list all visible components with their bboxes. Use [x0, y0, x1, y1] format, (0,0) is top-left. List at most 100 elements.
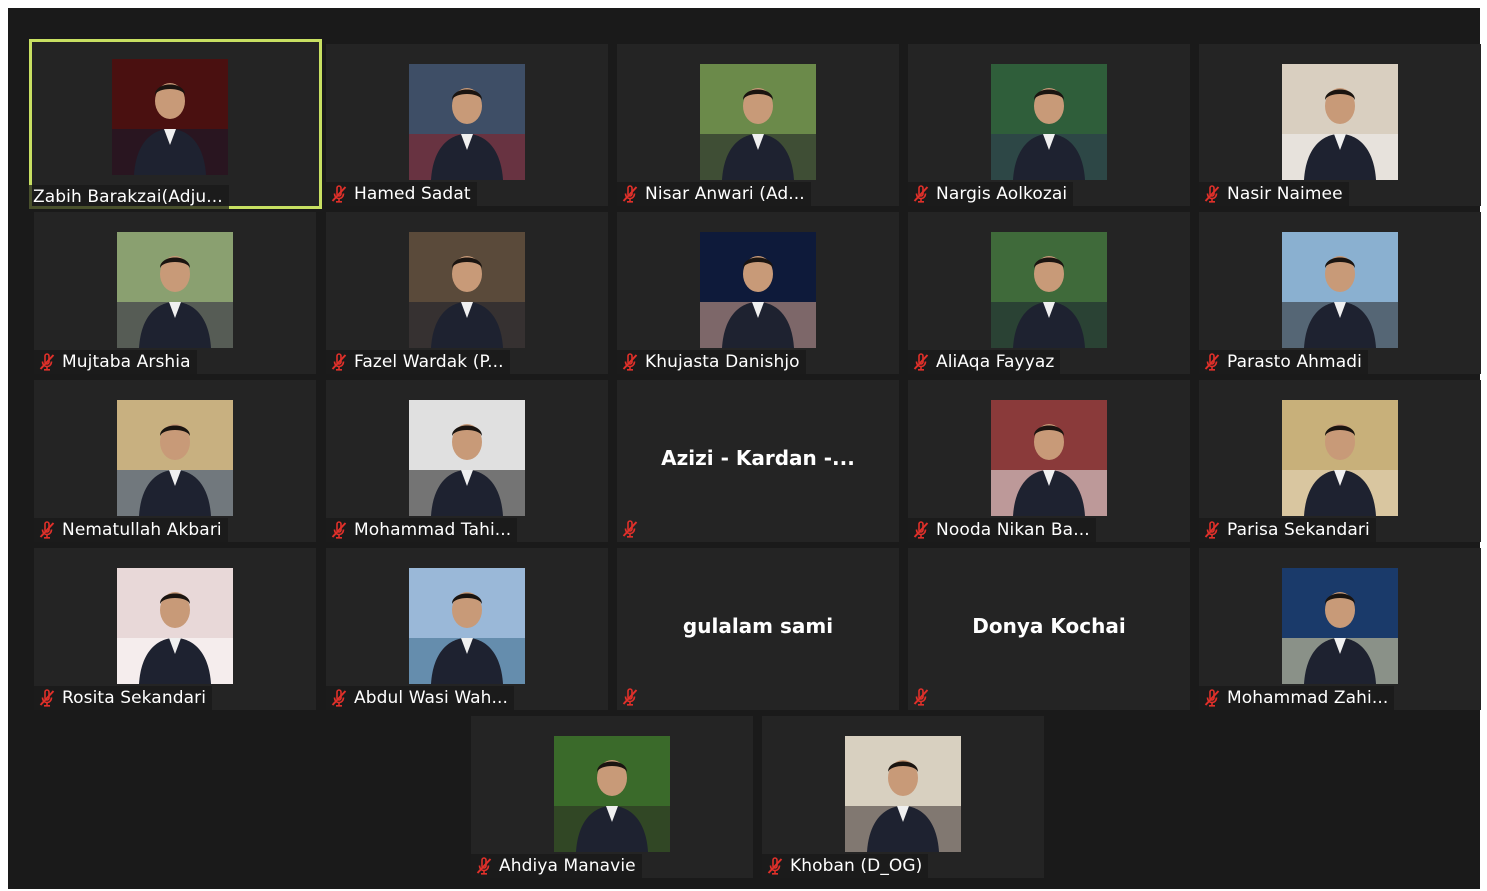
participant-video: [1282, 64, 1398, 180]
participant-video: [991, 232, 1107, 348]
participant-nameplate: Parasto Ahmadi: [1199, 350, 1368, 374]
participant-tile[interactable]: Mohammad Zahi...: [1199, 548, 1481, 710]
participant-video: [700, 232, 816, 348]
person-avatar-icon: [409, 568, 525, 684]
person-avatar-icon: [1282, 232, 1398, 348]
participant-tile[interactable]: Nooda Nikan Ba...: [908, 380, 1190, 542]
participant-name: Nematullah Akbari: [62, 520, 222, 540]
person-avatar-icon: [700, 232, 816, 348]
participant-nameplate: Hamed Sadat: [326, 182, 477, 206]
participant-tile[interactable]: Khoban (D_OG): [762, 716, 1044, 878]
person-avatar-icon: [409, 400, 525, 516]
person-avatar-icon: [1282, 64, 1398, 180]
participant-tile[interactable]: Mujtaba Arshia: [34, 212, 316, 374]
participant-nameplate: Parisa Sekandari: [1199, 518, 1376, 542]
participant-video: [1282, 400, 1398, 516]
participant-name: Parisa Sekandari: [1227, 520, 1370, 540]
person-avatar-icon: [1282, 568, 1398, 684]
participant-tile[interactable]: Parisa Sekandari: [1199, 380, 1481, 542]
mic-muted-icon: [912, 688, 930, 706]
participant-tile[interactable]: AliAqa Fayyaz: [908, 212, 1190, 374]
participant-video: [117, 232, 233, 348]
participant-tile[interactable]: Mohammad Tahi...: [326, 380, 608, 542]
participant-name: Nooda Nikan Ba...: [936, 520, 1090, 540]
participant-tile[interactable]: Nasir Naimee: [1199, 44, 1481, 206]
participant-tile[interactable]: Parasto Ahmadi: [1199, 212, 1481, 374]
mic-muted-icon: [38, 689, 56, 707]
person-avatar-icon: [117, 568, 233, 684]
participant-name: Khujasta Danishjo: [645, 352, 800, 372]
participant-nameplate: Mujtaba Arshia: [34, 350, 197, 374]
video-gallery: Zabih Barakzai(Adju... Hamed Sadat Nisar…: [8, 8, 1481, 889]
participant-nameplate: Abdul Wasi Wah...: [326, 686, 515, 710]
participant-name: Abdul Wasi Wah...: [354, 688, 509, 708]
participant-tile[interactable]: Zabih Barakzai(Adju...: [29, 39, 322, 209]
mic-muted-icon: [38, 353, 56, 371]
participant-nameplate: Rosita Sekandari: [34, 686, 213, 710]
person-avatar-icon: [409, 232, 525, 348]
mic-muted-icon: [912, 185, 930, 203]
person-avatar-icon: [700, 64, 816, 180]
participant-video: [991, 400, 1107, 516]
participant-name: Azizi - Kardan -...: [661, 446, 855, 470]
participant-nameplate: Nasir Naimee: [1199, 182, 1349, 206]
participant-nameplate: Khujasta Danishjo: [617, 350, 806, 374]
participant-tile[interactable]: Abdul Wasi Wah...: [326, 548, 608, 710]
participant-video: [409, 232, 525, 348]
person-avatar-icon: [1282, 400, 1398, 516]
participant-name: gulalam sami: [682, 614, 834, 638]
participant-name: Nisar Anwari (Ad...: [645, 184, 805, 204]
participant-tile[interactable]: Nisar Anwari (Ad...: [617, 44, 899, 206]
participant-name: Ahdiya Manavie: [499, 856, 636, 876]
participant-video: [554, 736, 670, 852]
person-avatar-icon: [117, 400, 233, 516]
participant-tile[interactable]: Fazel Wardak (P...: [326, 212, 608, 374]
participant-tile[interactable]: Hamed Sadat: [326, 44, 608, 206]
mic-muted-icon: [1203, 521, 1221, 539]
participant-name: Mohammad Tahi...: [354, 520, 512, 540]
participant-name: Zabih Barakzai(Adju...: [33, 187, 223, 207]
mic-muted-icon: [1203, 185, 1221, 203]
participant-video: [409, 64, 525, 180]
mic-muted-icon: [912, 353, 930, 371]
participant-tile[interactable]: Donya Kochai: [908, 548, 1190, 710]
participant-tile[interactable]: Nargis Aolkozai: [908, 44, 1190, 206]
participant-tile[interactable]: Rosita Sekandari: [34, 548, 316, 710]
mic-muted-icon: [621, 520, 639, 538]
participant-name: Mujtaba Arshia: [62, 352, 191, 372]
participant-nameplate: Zabih Barakzai(Adju...: [29, 185, 229, 209]
participant-video: [991, 64, 1107, 180]
participant-tile[interactable]: Azizi - Kardan -...: [617, 380, 899, 542]
mic-muted-icon: [621, 353, 639, 371]
mic-muted-icon: [912, 521, 930, 539]
mic-muted-icon: [38, 521, 56, 539]
participant-tile[interactable]: Khujasta Danishjo: [617, 212, 899, 374]
participant-video: [409, 568, 525, 684]
participant-name: AliAqa Fayyaz: [936, 352, 1055, 372]
mic-muted-icon: [330, 185, 348, 203]
participant-name: Rosita Sekandari: [62, 688, 207, 708]
participant-video: [1282, 232, 1398, 348]
person-avatar-icon: [845, 736, 961, 852]
person-avatar-icon: [117, 232, 233, 348]
participant-name: Mohammad Zahi...: [1227, 688, 1389, 708]
participant-video: [700, 64, 816, 180]
participant-nameplate: Nargis Aolkozai: [908, 182, 1074, 206]
mic-muted-icon: [475, 857, 493, 875]
mic-muted-icon: [1203, 689, 1221, 707]
participant-name: Khoban (D_OG): [790, 856, 923, 876]
participant-nameplate: Nisar Anwari (Ad...: [617, 182, 811, 206]
person-avatar-icon: [112, 59, 228, 175]
participant-video: [1282, 568, 1398, 684]
participant-name: Fazel Wardak (P...: [354, 352, 504, 372]
person-avatar-icon: [554, 736, 670, 852]
mic-muted-icon: [766, 857, 784, 875]
participant-video: [845, 736, 961, 852]
participant-tile[interactable]: Nematullah Akbari: [34, 380, 316, 542]
participant-tile[interactable]: gulalam sami: [617, 548, 899, 710]
participant-nameplate: Khoban (D_OG): [762, 854, 929, 878]
mic-muted-icon: [621, 185, 639, 203]
participant-tile[interactable]: Ahdiya Manavie: [471, 716, 753, 878]
participant-video: [112, 59, 228, 175]
participant-name: Parasto Ahmadi: [1227, 352, 1362, 372]
